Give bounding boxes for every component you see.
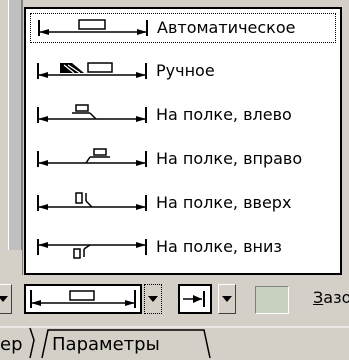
option-label: На полке, влево <box>156 105 292 124</box>
option-shelf-up[interactable]: На полке, вверх <box>30 189 336 219</box>
option-label: На полке, вниз <box>156 237 282 256</box>
leader-shelf-up-icon <box>37 192 147 211</box>
chevron-down-icon <box>222 296 232 302</box>
scrollbar[interactable] <box>8 0 22 250</box>
option-shelf-down[interactable]: На полке, вниз <box>30 233 336 263</box>
chevron-down-icon <box>148 296 158 302</box>
tab-previous[interactable]: ер <box>0 334 23 356</box>
tab-parameters[interactable]: Параметры <box>52 334 160 356</box>
option-label: На полке, вправо <box>156 149 303 168</box>
leader-auto-icon <box>30 290 136 308</box>
text-placement-dropdown-list[interactable]: Автоматическое Ручное На полке, влево На… <box>24 7 342 275</box>
properties-toolbar: Зазо <box>0 280 349 326</box>
option-label: На полке, вверх <box>156 193 292 212</box>
option-label: Ручное <box>156 61 215 80</box>
leader-shelf-down-icon <box>37 239 147 259</box>
arrow-style-icon <box>183 291 205 307</box>
leader-auto-icon <box>38 19 148 36</box>
chevron-down-icon <box>0 296 8 302</box>
left-panel-edge <box>0 0 23 275</box>
toolbar-label-hotkey: З <box>313 288 324 307</box>
option-label: Автоматическое <box>157 18 296 37</box>
leader-shelf-right-icon <box>37 148 147 167</box>
text-placement-dropdown-button[interactable] <box>144 284 162 314</box>
option-manual[interactable]: Ручное <box>30 57 336 87</box>
leader-manual-icon <box>37 62 147 79</box>
left-combo-arrow-button[interactable] <box>0 284 12 314</box>
option-automatic[interactable]: Автоматическое <box>30 13 336 43</box>
arrow-style-combobox[interactable] <box>178 284 212 314</box>
arrow-style-dropdown-button[interactable] <box>218 284 236 314</box>
toolbar-label[interactable]: Зазо <box>313 288 349 307</box>
text-placement-combobox[interactable] <box>24 284 142 314</box>
option-shelf-left[interactable]: На полке, влево <box>30 101 336 131</box>
leader-shelf-left-icon <box>37 104 147 123</box>
color-swatch[interactable] <box>255 286 289 314</box>
tab-strip: ер Параметры <box>0 326 349 360</box>
toolbar-label-rest: азо <box>323 288 349 307</box>
option-shelf-right[interactable]: На полке, вправо <box>30 145 336 175</box>
